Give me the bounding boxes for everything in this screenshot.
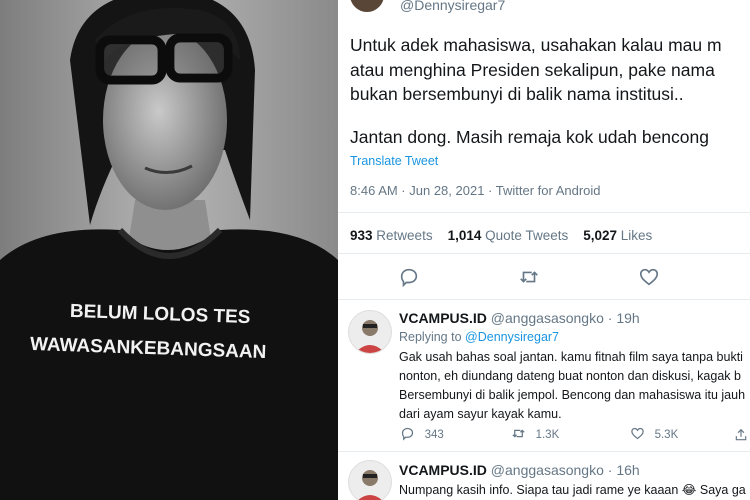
likes-label: Likes (620, 228, 653, 243)
divider (338, 212, 750, 213)
retweet-icon[interactable] (518, 266, 540, 288)
share-icon[interactable] (734, 428, 748, 442)
reply-text-line: Bersembunyi di balik jempol. Bencong dan… (399, 388, 746, 402)
reply-action-reply[interactable]: 343 (400, 426, 444, 442)
quotes-stat[interactable]: 1,014 Quote Tweets (448, 228, 569, 243)
replying-to-label: Replying to (399, 330, 462, 344)
retweets-stat[interactable]: 933 Retweets (350, 228, 433, 243)
reply-author-name: VCAMPUS.ID (399, 462, 487, 478)
like-icon[interactable] (638, 266, 660, 288)
reply-avatar[interactable] (348, 310, 392, 354)
reply-icon (401, 427, 414, 441)
reply-text-line: Gak usah bahas soal jantan. kamu fitnah … (399, 350, 743, 364)
reply-text-line: Numpang kasih info. Siapa tau jadi rame … (399, 483, 746, 497)
tweet-text-line: Jantan dong. Masih remaja kok udah benco… (350, 127, 709, 147)
retweet-icon (512, 429, 525, 438)
divider (338, 253, 750, 254)
person-photo-illustration: BELUM LOLOS TES WAWASANKEBANGSAAN (0, 0, 338, 500)
tweet-meta: 8:46 AM · Jun 28, 2021 · Twitter for And… (350, 183, 601, 198)
reply-icon[interactable] (398, 266, 420, 288)
likes-stat[interactable]: 5,027 Likes (583, 228, 652, 243)
person-photo: BELUM LOLOS TES WAWASANKEBANGSAAN (0, 0, 338, 500)
divider (338, 299, 750, 300)
reply-text-line: nonton, eh diundang dateng buat nonton d… (399, 369, 741, 383)
reply-author-handle: @anggasasongko (490, 310, 604, 326)
reply-count: 343 (424, 429, 444, 441)
replying-to: Replying to @Dennysiregar7 (399, 330, 559, 344)
retweets-label: Retweets (376, 228, 433, 243)
reply-author[interactable]: VCAMPUS.ID @anggasasongko · 16h (399, 462, 640, 478)
reply-avatar[interactable] (348, 460, 392, 500)
retweet-count: 1.3K (535, 429, 560, 441)
reply-text-line: dari ayam sayur kayak kamu. (399, 407, 562, 421)
quotes-label: Quote Tweets (485, 228, 569, 243)
reply-action-retweet[interactable]: 1.3K (511, 426, 559, 442)
reply-time: · 16h (607, 462, 640, 478)
reply-time: · 19h (607, 310, 640, 326)
quotes-count: 1,014 (447, 228, 482, 243)
reply-author-name: VCAMPUS.ID (399, 310, 487, 326)
tweet-text-line: bukan bersembunyi di balik nama institus… (350, 84, 684, 104)
likes-count: 5,027 (583, 228, 618, 243)
replying-to-handle[interactable]: @Dennysiregar7 (465, 330, 559, 344)
tweet-text-line: atau menghina Presiden sekalipun, pake n… (350, 60, 715, 80)
divider (338, 451, 750, 452)
like-count: 5.3K (654, 429, 679, 441)
reply-author-handle: @anggasasongko (490, 462, 604, 478)
retweets-count: 933 (350, 228, 373, 243)
tweet-stats: 933 Retweets 1,014 Quote Tweets 5,027 Li… (350, 228, 652, 243)
author-avatar[interactable] (350, 0, 384, 12)
author-handle[interactable]: @Dennysiregar7 (400, 0, 505, 13)
reply-action-like[interactable]: 5.3K (630, 426, 678, 442)
tweet-panel: @Dennysiregar7 Untuk adek mahasiswa, usa… (338, 0, 750, 500)
translate-tweet-link[interactable]: Translate Tweet (350, 154, 438, 168)
reply-author[interactable]: VCAMPUS.ID @anggasasongko · 19h (399, 310, 640, 326)
tweet-text-line: Untuk adek mahasiswa, usahakan kalau mau… (350, 35, 722, 55)
like-icon (631, 427, 644, 440)
